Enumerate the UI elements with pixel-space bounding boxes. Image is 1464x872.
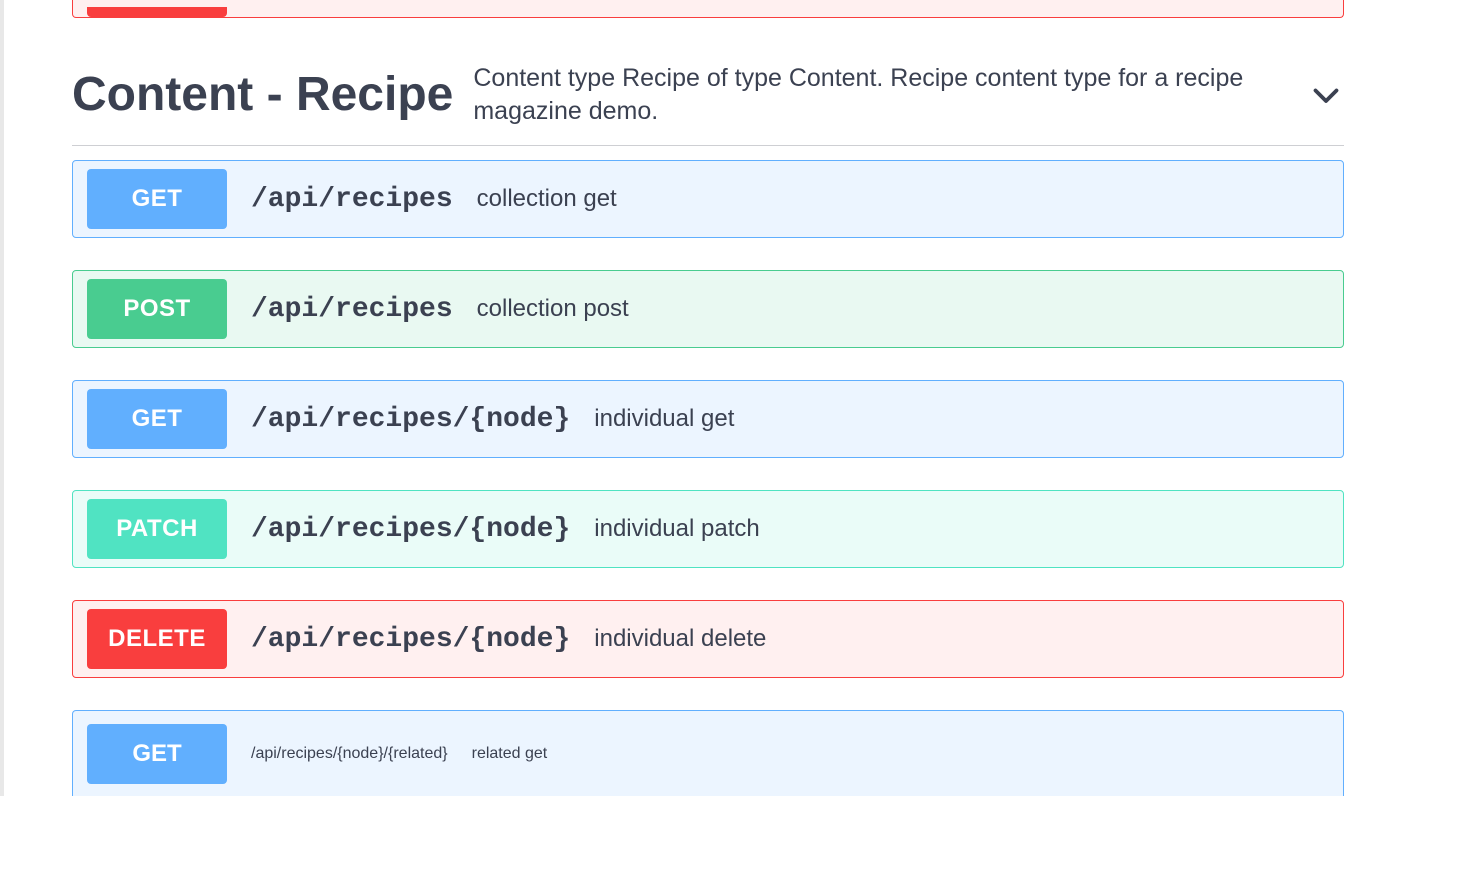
- method-badge: PATCH: [87, 499, 227, 559]
- previous-method-fragment: [87, 7, 227, 17]
- opblock-delete-recipe-node[interactable]: DELETE /api/recipes/{node} individual de…: [72, 600, 1344, 678]
- page-root: Content - Recipe Content type Recipe of …: [0, 0, 1464, 796]
- method-badge: GET: [87, 169, 227, 229]
- endpoint-summary: individual get: [594, 405, 734, 433]
- method-badge: POST: [87, 279, 227, 339]
- opblock-get-recipe-node[interactable]: GET /api/recipes/{node} individual get: [72, 380, 1344, 458]
- section-header[interactable]: Content - Recipe Content type Recipe of …: [72, 18, 1344, 146]
- operations-list: GET /api/recipes collection get POST /ap…: [72, 146, 1344, 796]
- section-title: Content - Recipe: [72, 67, 453, 122]
- method-badge: GET: [87, 389, 227, 449]
- endpoint-summary: collection get: [477, 185, 617, 213]
- method-badge: DELETE: [87, 609, 227, 669]
- opblock-get-recipes[interactable]: GET /api/recipes collection get: [72, 160, 1344, 238]
- endpoint-summary: collection post: [477, 295, 629, 323]
- endpoint-path: /api/recipes/{node}: [251, 624, 570, 655]
- api-section-panel: Content - Recipe Content type Recipe of …: [4, 0, 1404, 796]
- opblock-patch-recipe-node[interactable]: PATCH /api/recipes/{node} individual pat…: [72, 490, 1344, 568]
- chevron-down-icon[interactable]: [1308, 77, 1344, 113]
- endpoint-path: /api/recipes/{node}/{related}: [251, 745, 448, 763]
- endpoint-summary: individual delete: [594, 625, 766, 653]
- opblock-post-recipes[interactable]: POST /api/recipes collection post: [72, 270, 1344, 348]
- section-description: Content type Recipe of type Content. Rec…: [473, 62, 1288, 127]
- endpoint-path: /api/recipes: [251, 294, 453, 325]
- opblock-get-recipe-related[interactable]: GET /api/recipes/{node}/{related} relate…: [72, 710, 1344, 796]
- endpoint-path: /api/recipes: [251, 184, 453, 215]
- previous-opblock-fragment: [72, 0, 1344, 18]
- endpoint-path: /api/recipes/{node}: [251, 514, 570, 545]
- endpoint-summary: related get: [472, 745, 548, 763]
- endpoint-summary: individual patch: [594, 515, 759, 543]
- endpoint-path: /api/recipes/{node}: [251, 404, 570, 435]
- method-badge: GET: [87, 724, 227, 784]
